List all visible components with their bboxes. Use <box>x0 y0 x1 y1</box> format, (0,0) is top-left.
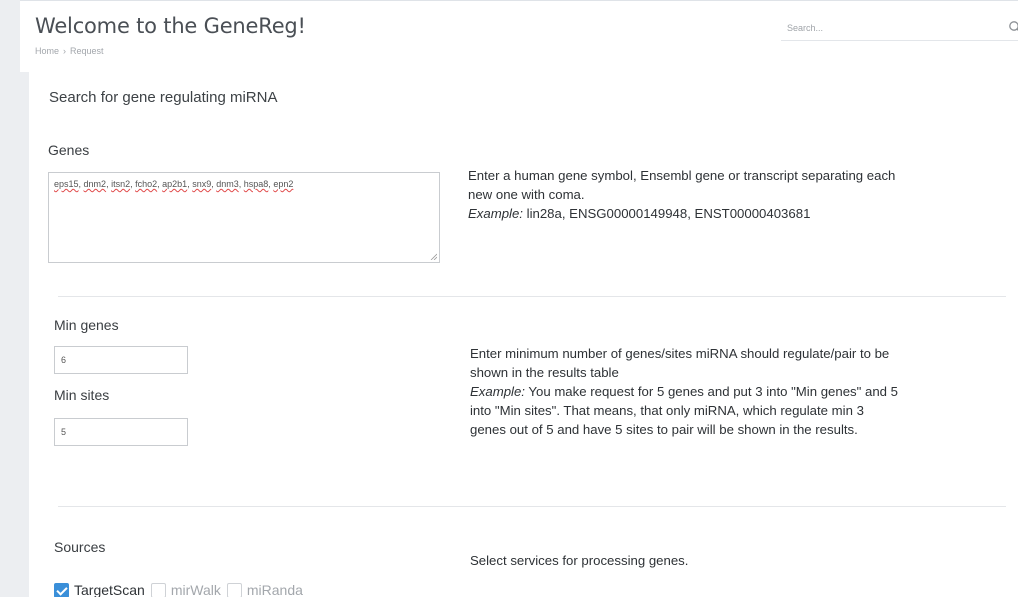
min-sites-label: Min sites <box>54 387 110 403</box>
genes-textarea[interactable]: eps15, dnm2, itsn2, fcho2, ap2b1, snx9, … <box>48 172 440 263</box>
targetscan-checkbox[interactable] <box>54 582 69 597</box>
breadcrumb-request: Request <box>70 46 104 56</box>
gene-token: epn2 <box>273 179 294 189</box>
search-icon[interactable] <box>1008 20 1018 34</box>
minimum-example-label: Example: <box>470 384 525 399</box>
genes-example-label: Example: <box>468 206 523 221</box>
gene-token: dnm3 <box>216 179 239 189</box>
genes-label: Genes <box>48 142 90 158</box>
miranda-label[interactable]: miRanda <box>247 582 303 597</box>
genes-example-value: lin28a, ENSG00000149948, ENST00000403681 <box>522 206 811 221</box>
page-title: Welcome to the GeneReg! <box>35 14 306 38</box>
sources-help: Select services for processing genes. <box>470 553 689 568</box>
genes-help-line1: Enter a human gene symbol, Ensembl gene … <box>468 168 896 183</box>
min-genes-label: Min genes <box>54 317 119 333</box>
targetscan-label[interactable]: TargetScan <box>74 582 145 597</box>
gene-token: itsn2 <box>111 179 131 189</box>
genes-help: Enter a human gene symbol, Ensembl gene … <box>468 166 895 223</box>
gene-token: snx9 <box>192 179 212 189</box>
min-sites-input[interactable]: 5 <box>54 418 188 446</box>
gene-token: hspa8 <box>243 179 269 189</box>
page-header: Welcome to the GeneReg! Home › Request <box>20 0 1018 72</box>
breadcrumb-separator: › <box>63 46 67 56</box>
divider <box>58 296 1006 297</box>
minimum-example-line3: genes out of 5 and have 5 sites to pair … <box>470 422 858 437</box>
minimum-help-line2: shown in the results table <box>470 365 619 380</box>
breadcrumb-home[interactable]: Home <box>35 46 59 56</box>
minimum-example-line2: into "Min sites". That means, that only … <box>470 403 864 418</box>
panel-title: Search for gene regulating miRNA <box>49 89 278 106</box>
breadcrumb: Home › Request <box>35 46 104 56</box>
miranda-checkbox[interactable] <box>226 582 242 597</box>
resize-handle-icon[interactable] <box>430 253 437 260</box>
search-box <box>781 15 1018 41</box>
genes-help-example: Example: lin28a, ENSG00000149948, ENST00… <box>468 204 895 223</box>
mirwalk-label[interactable]: mirWalk <box>171 582 221 597</box>
sources-checkbox-group: TargetScan mirWalk miRanda <box>54 581 309 597</box>
gene-token: eps15 <box>54 179 79 189</box>
mirwalk-checkbox[interactable] <box>150 582 166 597</box>
minimum-help: Enter minimum number of genes/sites miRN… <box>470 344 898 439</box>
sources-label: Sources <box>54 539 106 555</box>
search-input[interactable] <box>787 19 987 37</box>
minimum-help-example: Example: You make request for 5 genes an… <box>470 382 898 401</box>
divider <box>58 506 1006 507</box>
request-form-panel: Search for gene regulating miRNA Genes e… <box>29 72 1018 597</box>
gene-token: fcho2 <box>135 179 158 189</box>
min-genes-input[interactable]: 6 <box>54 346 188 374</box>
minimum-example-line1: You make request for 5 genes and put 3 i… <box>524 384 898 399</box>
gene-token: dnm2 <box>83 179 107 189</box>
gene-token: ap2b1 <box>162 179 188 189</box>
genes-help-line2: new one with coma. <box>468 187 585 202</box>
minimum-help-line1: Enter minimum number of genes/sites miRN… <box>470 346 890 361</box>
